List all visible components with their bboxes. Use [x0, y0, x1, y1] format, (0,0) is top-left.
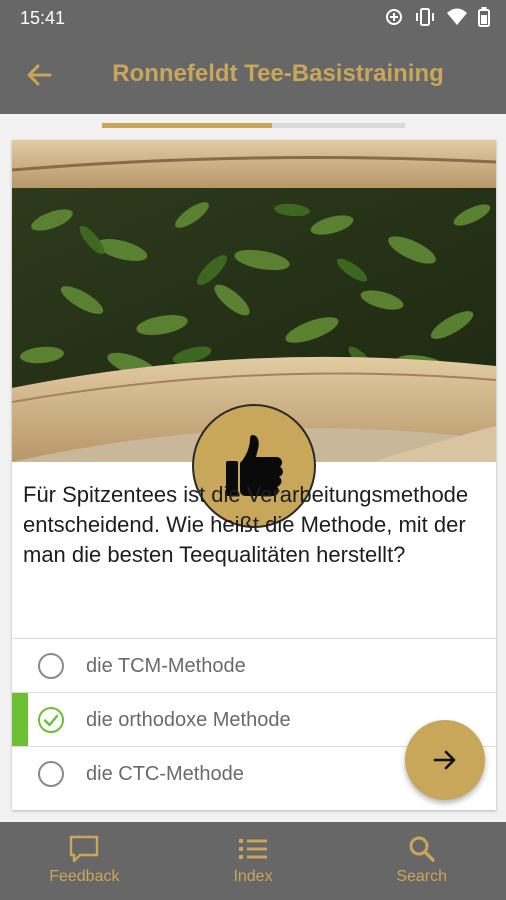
wifi-icon — [446, 7, 468, 32]
check-circle-icon — [38, 707, 64, 733]
data-saver-icon — [384, 7, 404, 32]
radio-unchecked-icon — [38, 653, 64, 679]
search-icon — [409, 836, 435, 862]
nav-search[interactable]: Search — [337, 822, 506, 900]
nav-index[interactable]: Index — [169, 822, 338, 900]
vibrate-icon — [414, 7, 436, 32]
page-title: Ronnefeldt Tee-Basistraining — [112, 60, 444, 87]
nav-feedback-label: Feedback — [49, 868, 120, 885]
status-bar: 15:41 — [0, 0, 506, 36]
answer-label: die TCM-Methode — [86, 655, 246, 677]
status-icons — [384, 7, 490, 32]
status-time: 15:41 — [20, 8, 66, 28]
nav-search-label: Search — [396, 868, 448, 885]
bottom-nav: Feedback Index Search — [0, 822, 506, 900]
nav-index-label: Index — [233, 868, 273, 885]
app-bar: Ronnefeldt Tee-Basistraining — [0, 36, 506, 114]
list-icon — [239, 839, 267, 859]
correct-indicator — [12, 693, 28, 747]
question-text: Für Spitzentees ist die Verarbeitungsmet… — [23, 482, 469, 567]
radio-unchecked-icon — [38, 761, 64, 787]
back-button[interactable] — [22, 58, 56, 92]
arrow-right-icon — [433, 750, 456, 770]
arrow-left-icon — [27, 64, 52, 86]
progress-fill — [102, 123, 272, 128]
chat-bubble-icon — [70, 835, 99, 863]
nav-feedback[interactable]: Feedback — [0, 822, 169, 900]
answer-option[interactable]: die TCM-Methode — [12, 638, 496, 692]
next-button[interactable] — [405, 720, 485, 800]
progress-bar — [102, 123, 405, 128]
answer-label: die orthodoxe Methode — [86, 709, 291, 731]
answer-label: die CTC-Methode — [86, 763, 244, 785]
battery-icon — [478, 7, 490, 32]
